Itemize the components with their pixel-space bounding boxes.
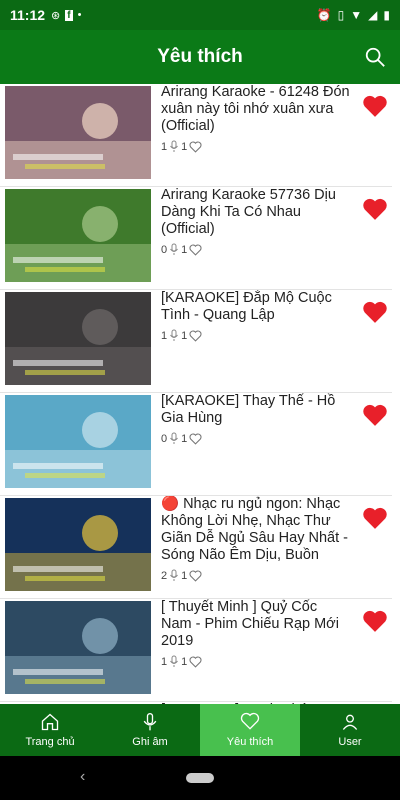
tab-label: Ghi âm bbox=[132, 736, 168, 748]
battery-icon: ▮ bbox=[383, 8, 390, 22]
favorite-heart-icon[interactable] bbox=[362, 403, 388, 427]
video-list-item[interactable]: [ Thuyết Minh ] Quỷ Cốc Nam - Phim Chiếu… bbox=[0, 599, 392, 702]
status-left-icons: ⊛ f • bbox=[51, 9, 81, 22]
video-stats: 0 1 bbox=[161, 432, 351, 445]
thumbnail-image bbox=[5, 601, 151, 694]
favorites-count: 1 bbox=[181, 432, 188, 445]
heart-outline-icon bbox=[189, 329, 202, 342]
page-title: Yêu thích bbox=[157, 46, 243, 67]
thumbnail-image bbox=[5, 395, 151, 488]
app-bar: Yêu thích bbox=[0, 30, 400, 84]
video-info: [ Thuyết Minh ] Quỷ Cốc Nam - Phim Chiếu… bbox=[161, 599, 351, 668]
wifi-icon: ▼ bbox=[350, 8, 363, 22]
home-icon bbox=[41, 713, 59, 731]
search-icon[interactable] bbox=[364, 46, 386, 68]
favorites-count: 1 bbox=[181, 140, 188, 153]
favorites-list[interactable]: Arirang Karaoke - 61248 Đón xuân này tôi… bbox=[0, 84, 400, 704]
tab-label: Yêu thích bbox=[226, 736, 274, 748]
vibrate-icon: ▯ bbox=[337, 8, 345, 22]
favorite-heart-icon[interactable] bbox=[362, 506, 388, 530]
video-list-item[interactable]: 🔴 Nhạc ru ngủ ngon: Nhạc Không Lời Nhẹ, … bbox=[0, 496, 392, 599]
favorites-count: 1 bbox=[181, 569, 188, 582]
video-title[interactable]: [KARAOKE] Đắp Mộ Cuộc Tình - Quang Lập bbox=[161, 290, 351, 324]
status-right-icons: ⏰ ▯ ▼ ◢ ▮ bbox=[317, 8, 390, 22]
video-title[interactable]: 🔴 Nhạc ru ngủ ngon: Nhạc Không Lời Nhẹ, … bbox=[161, 496, 351, 564]
likes-count: 2 bbox=[161, 569, 168, 582]
thumbnail-image bbox=[5, 86, 151, 179]
tab-label: User bbox=[338, 736, 362, 748]
signal-icon: ◢ bbox=[368, 8, 378, 22]
video-list-item[interactable]: Arirang Karaoke - 61248 Đón xuân này tôi… bbox=[0, 84, 392, 187]
video-title[interactable]: Arirang Karaoke - 61248 Đón xuân này tôi… bbox=[161, 84, 351, 135]
status-time: 11:12 bbox=[10, 7, 46, 23]
tab-label: Trang chủ bbox=[25, 736, 75, 748]
heart-outline-icon bbox=[189, 243, 202, 256]
video-thumbnail[interactable] bbox=[5, 86, 151, 179]
video-list-item[interactable]: Arirang Karaoke 57736 Dịu Dàng Khi Ta Có… bbox=[0, 187, 392, 290]
video-title[interactable]: Arirang Karaoke 57736 Dịu Dàng Khi Ta Có… bbox=[161, 187, 351, 238]
video-list-item[interactable]: [KARAOKE] Đắp Mộ Cuộc Tình - Quang Lập 1… bbox=[0, 290, 392, 393]
thumbnail-image bbox=[5, 189, 151, 282]
video-stats: 1 1 bbox=[161, 329, 351, 342]
user-icon bbox=[342, 714, 358, 730]
video-thumbnail[interactable] bbox=[5, 395, 151, 488]
video-stats: 0 1 bbox=[161, 243, 351, 256]
mic-icon bbox=[170, 655, 179, 667]
likes-count: 1 bbox=[161, 140, 168, 153]
home-pill[interactable] bbox=[186, 773, 214, 783]
system-navigation-bar: ‹ bbox=[0, 756, 400, 800]
heart-icon bbox=[240, 712, 260, 730]
heart-outline-icon bbox=[189, 432, 202, 445]
status-bar: 11:12 ⊛ f • ⏰ ▯ ▼ ◢ ▮ bbox=[0, 0, 400, 30]
bottom-navigation: Trang chủ Ghi âm Yêu thích User bbox=[0, 704, 400, 756]
favorites-count: 1 bbox=[181, 655, 188, 668]
likes-count: 0 bbox=[161, 243, 168, 256]
thumbnail-image bbox=[5, 292, 151, 385]
favorite-heart-icon[interactable] bbox=[362, 197, 388, 221]
tab-user[interactable]: User bbox=[300, 704, 400, 756]
thumbnail-image bbox=[5, 498, 151, 591]
facebook-icon: f bbox=[65, 9, 73, 21]
video-info: [KARAOKE] Đắp Mộ Cuộc Tình - Quang Lập 1… bbox=[161, 290, 351, 342]
video-info: 🔴 Nhạc ru ngủ ngon: Nhạc Không Lời Nhẹ, … bbox=[161, 496, 351, 582]
tab-home[interactable]: Trang chủ bbox=[0, 704, 100, 756]
heart-outline-icon bbox=[189, 140, 202, 153]
video-thumbnail[interactable] bbox=[5, 601, 151, 694]
likes-count: 0 bbox=[161, 432, 168, 445]
alarm-sync-icon: ⊛ bbox=[51, 9, 61, 22]
back-icon[interactable]: ‹ bbox=[80, 768, 85, 786]
likes-count: 1 bbox=[161, 655, 168, 668]
tab-mic[interactable]: Ghi âm bbox=[100, 704, 200, 756]
dot-icon: • bbox=[77, 9, 82, 21]
favorites-count: 1 bbox=[181, 243, 188, 256]
heart-outline-icon bbox=[189, 569, 202, 582]
favorites-count: 1 bbox=[181, 329, 188, 342]
heart-outline-icon bbox=[189, 655, 202, 668]
video-title[interactable]: [KARAOKE] Thay Thế - Hồ Gia Hùng bbox=[161, 393, 351, 427]
mic-icon bbox=[170, 432, 179, 444]
favorite-heart-icon[interactable] bbox=[362, 300, 388, 324]
video-thumbnail[interactable] bbox=[5, 189, 151, 282]
video-stats: 1 1 bbox=[161, 655, 351, 668]
video-info: Arirang Karaoke - 61248 Đón xuân này tôi… bbox=[161, 84, 351, 153]
mic-icon bbox=[170, 140, 179, 152]
video-stats: 1 1 bbox=[161, 140, 351, 153]
video-thumbnail[interactable] bbox=[5, 292, 151, 385]
video-thumbnail[interactable] bbox=[5, 498, 151, 591]
likes-count: 1 bbox=[161, 329, 168, 342]
tab-heart[interactable]: Yêu thích bbox=[200, 704, 300, 756]
video-title[interactable]: [ Thuyết Minh ] Quỷ Cốc Nam - Phim Chiếu… bbox=[161, 599, 351, 650]
mic-icon bbox=[143, 713, 157, 731]
mic-icon bbox=[170, 243, 179, 255]
video-info: [KARAOKE] Thay Thế - Hồ Gia Hùng 0 1 bbox=[161, 393, 351, 445]
video-info: Arirang Karaoke 57736 Dịu Dàng Khi Ta Có… bbox=[161, 187, 351, 256]
video-stats: 2 1 bbox=[161, 569, 351, 582]
favorite-heart-icon[interactable] bbox=[362, 609, 388, 633]
mic-icon bbox=[170, 329, 179, 341]
alarm-icon: ⏰ bbox=[316, 8, 332, 22]
mic-icon bbox=[170, 569, 179, 581]
video-list-item[interactable]: [KARAOKE] Thay Thế - Hồ Gia Hùng 0 1 bbox=[0, 393, 392, 496]
favorite-heart-icon[interactable] bbox=[362, 94, 388, 118]
